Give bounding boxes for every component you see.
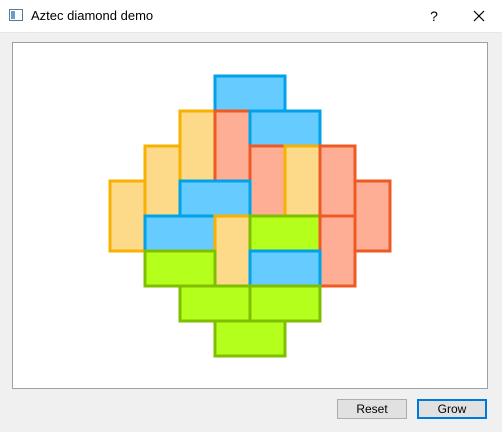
vertical-domino-yellow: [108, 179, 147, 253]
vertical-domino-red: [353, 179, 392, 253]
horizontal-domino-green: [143, 249, 217, 288]
horizontal-domino-green: [178, 284, 252, 323]
horizontal-domino-green: [213, 319, 287, 358]
horizontal-domino-green: [248, 214, 322, 253]
horizontal-domino-green: [248, 284, 322, 323]
vertical-domino-red: [213, 109, 252, 183]
reset-button[interactable]: Reset: [337, 399, 407, 419]
grow-button[interactable]: Grow: [417, 399, 487, 419]
diamond-canvas: [12, 42, 488, 389]
close-button[interactable]: [456, 0, 502, 32]
horizontal-domino-blue: [248, 109, 322, 148]
horizontal-domino-blue: [213, 74, 287, 113]
vertical-domino-yellow: [283, 144, 322, 218]
aztec-diamond-tiling: [108, 74, 392, 358]
window-title: Aztec diamond demo: [31, 8, 154, 23]
vertical-domino-red: [248, 144, 287, 218]
vertical-domino-yellow: [143, 144, 182, 218]
app-window-icon: [9, 9, 23, 21]
vertical-domino-yellow: [178, 109, 217, 183]
horizontal-domino-blue: [248, 249, 322, 288]
close-icon: [473, 10, 485, 22]
title-bar: Aztec diamond demo ?: [0, 0, 502, 33]
vertical-domino-red: [318, 214, 357, 288]
vertical-domino-yellow: [213, 214, 252, 288]
vertical-domino-red: [318, 144, 357, 218]
horizontal-domino-blue: [178, 179, 252, 218]
horizontal-domino-blue: [143, 214, 217, 253]
help-button[interactable]: ?: [412, 0, 456, 32]
